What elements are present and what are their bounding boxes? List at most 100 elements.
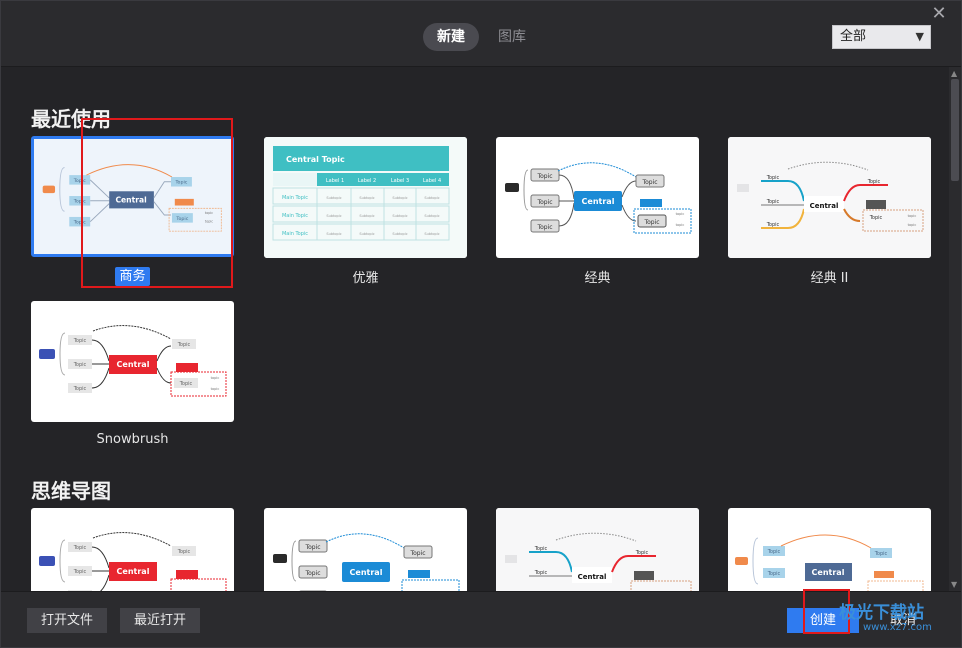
vertical-scrollbar[interactable]: ▲ ▼	[949, 67, 961, 591]
scroll-up-arrow-icon[interactable]: ▲	[951, 69, 957, 78]
dialog-footer: 打开文件 最近打开 创建 取消	[1, 591, 961, 647]
svg-text:Subtopic: Subtopic	[359, 196, 374, 200]
svg-text:Label 2: Label 2	[358, 178, 376, 184]
template-card-elegant[interactable]: Central Topic Label 1 Label 2 Label 3 La…	[264, 137, 467, 258]
svg-text:Subtopic: Subtopic	[359, 214, 374, 218]
svg-text:Main Topic: Main Topic	[282, 213, 308, 219]
svg-text:Subtopic: Subtopic	[326, 196, 341, 200]
svg-text:Topic: Topic	[767, 549, 781, 555]
scroll-thumb[interactable]	[951, 79, 959, 181]
svg-text:Subtopic: Subtopic	[326, 214, 341, 218]
svg-text:Central: Central	[117, 567, 150, 576]
svg-text:Main Topic: Main Topic	[282, 231, 308, 237]
snowbrush-preview: Topic Topic Topic Central Topic Topic to…	[39, 325, 227, 397]
svg-text:Topic: Topic	[643, 219, 659, 226]
open-file-button[interactable]: 打开文件	[27, 608, 108, 633]
svg-text:Central: Central	[117, 360, 150, 369]
svg-text:Topic: Topic	[635, 550, 649, 556]
svg-text:Central Topic: Central Topic	[286, 155, 345, 164]
svg-text:Topic: Topic	[536, 199, 552, 206]
svg-text:topic: topic	[211, 387, 220, 391]
svg-text:Central: Central	[115, 196, 146, 205]
svg-text:Topic: Topic	[73, 386, 87, 392]
mindmap-card-2[interactable]: Topic Topic Topic Central Topic	[264, 508, 467, 591]
svg-text:Topic: Topic	[304, 544, 320, 551]
recent-open-button[interactable]: 最近打开	[120, 608, 201, 633]
svg-text:topic: topic	[908, 223, 917, 227]
svg-text:Subtopic: Subtopic	[392, 196, 407, 200]
svg-text:topic: topic	[676, 223, 685, 227]
section-title-recent: 最近使用	[31, 107, 111, 131]
filter-select[interactable]: 全部 ▼	[832, 25, 931, 49]
section-title-mindmap: 思维导图	[31, 479, 111, 503]
mindmap-card-1[interactable]: Topic Topic Topic Central Topic	[31, 508, 234, 591]
template-card-snowbrush[interactable]: Topic Topic Topic Central Topic Topic to…	[31, 301, 234, 422]
svg-text:topic: topic	[211, 376, 220, 380]
svg-text:Subtopic: Subtopic	[424, 232, 439, 236]
svg-text:Topic: Topic	[867, 179, 881, 185]
svg-text:Subtopic: Subtopic	[424, 196, 439, 200]
template-card-classic[interactable]: Topic Topic Topic Central Topic Topic to…	[496, 137, 699, 258]
classic-preview: Topic Topic Topic Central Topic Topic to…	[505, 162, 692, 234]
chevron-down-icon: ▼	[915, 30, 924, 43]
template-label-snowbrush: Snowbrush	[96, 432, 169, 447]
template-label-classic: 经典	[584, 271, 611, 286]
scroll-down-arrow-icon[interactable]: ▼	[951, 580, 957, 589]
svg-text:Topic: Topic	[73, 220, 86, 226]
dialog-header: 新建 图库 全部 ▼ ✕	[1, 1, 961, 67]
template-label-business: 商务	[31, 265, 234, 286]
tab-new[interactable]: 新建	[423, 23, 479, 51]
svg-text:Topic: Topic	[177, 549, 191, 555]
svg-text:topic: topic	[908, 214, 917, 218]
svg-text:Topic: Topic	[534, 570, 548, 576]
svg-text:Topic: Topic	[304, 570, 320, 577]
template-card-business[interactable]: Topic Topic Topic Central Topic Topic to…	[31, 136, 234, 257]
new-document-dialog: 新建 图库 全部 ▼ ✕ 最近使用 Topic Topic Topic Cent…	[0, 0, 962, 648]
svg-text:Topic: Topic	[73, 362, 87, 368]
svg-text:topic: topic	[676, 212, 685, 216]
svg-text:Topic: Topic	[175, 216, 188, 222]
svg-text:topic: topic	[205, 211, 213, 215]
svg-text:Label 1: Label 1	[326, 178, 344, 184]
svg-text:Central: Central	[578, 573, 607, 581]
watermark-logo: 极光下载站	[839, 603, 924, 623]
business-preview: Topic Topic Topic Central Topic Topic to…	[42, 164, 222, 232]
svg-text:Subtopic: Subtopic	[392, 214, 407, 218]
svg-text:Topic: Topic	[73, 178, 86, 184]
mindmap-preview-4: Topic Topic Central Topic	[735, 534, 924, 591]
svg-text:Central: Central	[582, 197, 615, 206]
svg-text:Topic: Topic	[73, 545, 87, 551]
svg-text:Topic: Topic	[174, 180, 187, 186]
template-card-classic-ii[interactable]: Topic Topic Topic Central Topic Topic to…	[728, 137, 931, 258]
svg-text:Subtopic: Subtopic	[326, 232, 341, 236]
template-list: 最近使用 Topic Topic Topic Central Topic Top…	[1, 67, 947, 591]
svg-text:Label 4: Label 4	[423, 178, 441, 184]
svg-text:Topic: Topic	[73, 338, 87, 344]
svg-text:Central: Central	[350, 568, 383, 577]
classic-ii-preview: Topic Topic Topic Central Topic Topic to…	[728, 137, 931, 258]
tab-gallery[interactable]: 图库	[484, 23, 540, 51]
svg-text:Central: Central	[810, 202, 839, 210]
mindmap-preview-1: Topic Topic Topic Central Topic	[39, 532, 227, 591]
mindmap-card-3[interactable]: Topic Topic Central Topic	[496, 508, 699, 591]
svg-text:Topic: Topic	[641, 179, 657, 186]
template-label-elegant: 优雅	[352, 271, 379, 286]
svg-text:Topic: Topic	[177, 342, 191, 348]
mindmap-preview-3: Topic Topic Central Topic	[496, 508, 699, 591]
svg-text:Topic: Topic	[179, 381, 193, 387]
mindmap-preview-2: Topic Topic Topic Central Topic	[273, 533, 460, 591]
svg-text:Topic: Topic	[767, 571, 781, 577]
svg-text:Subtopic: Subtopic	[359, 232, 374, 236]
svg-text:Topic: Topic	[536, 173, 552, 180]
close-icon[interactable]: ✕	[929, 5, 949, 25]
svg-text:Topic: Topic	[73, 199, 86, 205]
svg-text:Main Topic: Main Topic	[282, 195, 308, 201]
svg-text:Topic: Topic	[766, 199, 780, 205]
svg-text:Label 3: Label 3	[391, 178, 409, 184]
mindmap-card-4[interactable]: Topic Topic Central Topic	[728, 508, 931, 591]
elegant-preview: Central Topic Label 1 Label 2 Label 3 La…	[264, 137, 467, 258]
svg-text:Topic: Topic	[73, 569, 87, 575]
svg-text:Subtopic: Subtopic	[424, 214, 439, 218]
svg-text:Topic: Topic	[409, 550, 425, 557]
template-label-classic-ii: 经典 II	[810, 271, 849, 286]
